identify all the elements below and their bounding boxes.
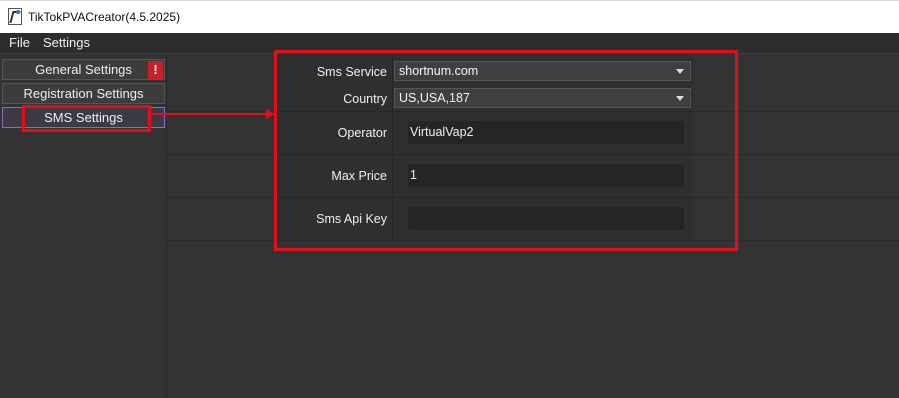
annotation-arrow-head-icon <box>266 109 275 119</box>
warning-icon: ! <box>148 61 163 79</box>
registration-settings-button[interactable]: Registration Settings <box>2 83 165 104</box>
window-title: TikTokPVACreator(4.5.2025) <box>28 10 181 24</box>
annotation-form-highlight <box>274 50 738 251</box>
registration-settings-label: Registration Settings <box>23 86 144 101</box>
title-bar: TikTokPVACreator(4.5.2025) <box>0 0 899 33</box>
app-window: TikTokPVACreator(4.5.2025) File Settings… <box>0 0 899 398</box>
app-logo-icon <box>8 8 22 25</box>
annotation-sms-button-highlight <box>22 105 151 132</box>
general-settings-label: General Settings <box>35 62 132 77</box>
annotation-arrow-line <box>151 113 267 115</box>
general-settings-button[interactable]: General Settings ! <box>2 59 165 80</box>
menu-settings[interactable]: Settings <box>43 35 90 50</box>
menu-file[interactable]: File <box>9 35 30 50</box>
